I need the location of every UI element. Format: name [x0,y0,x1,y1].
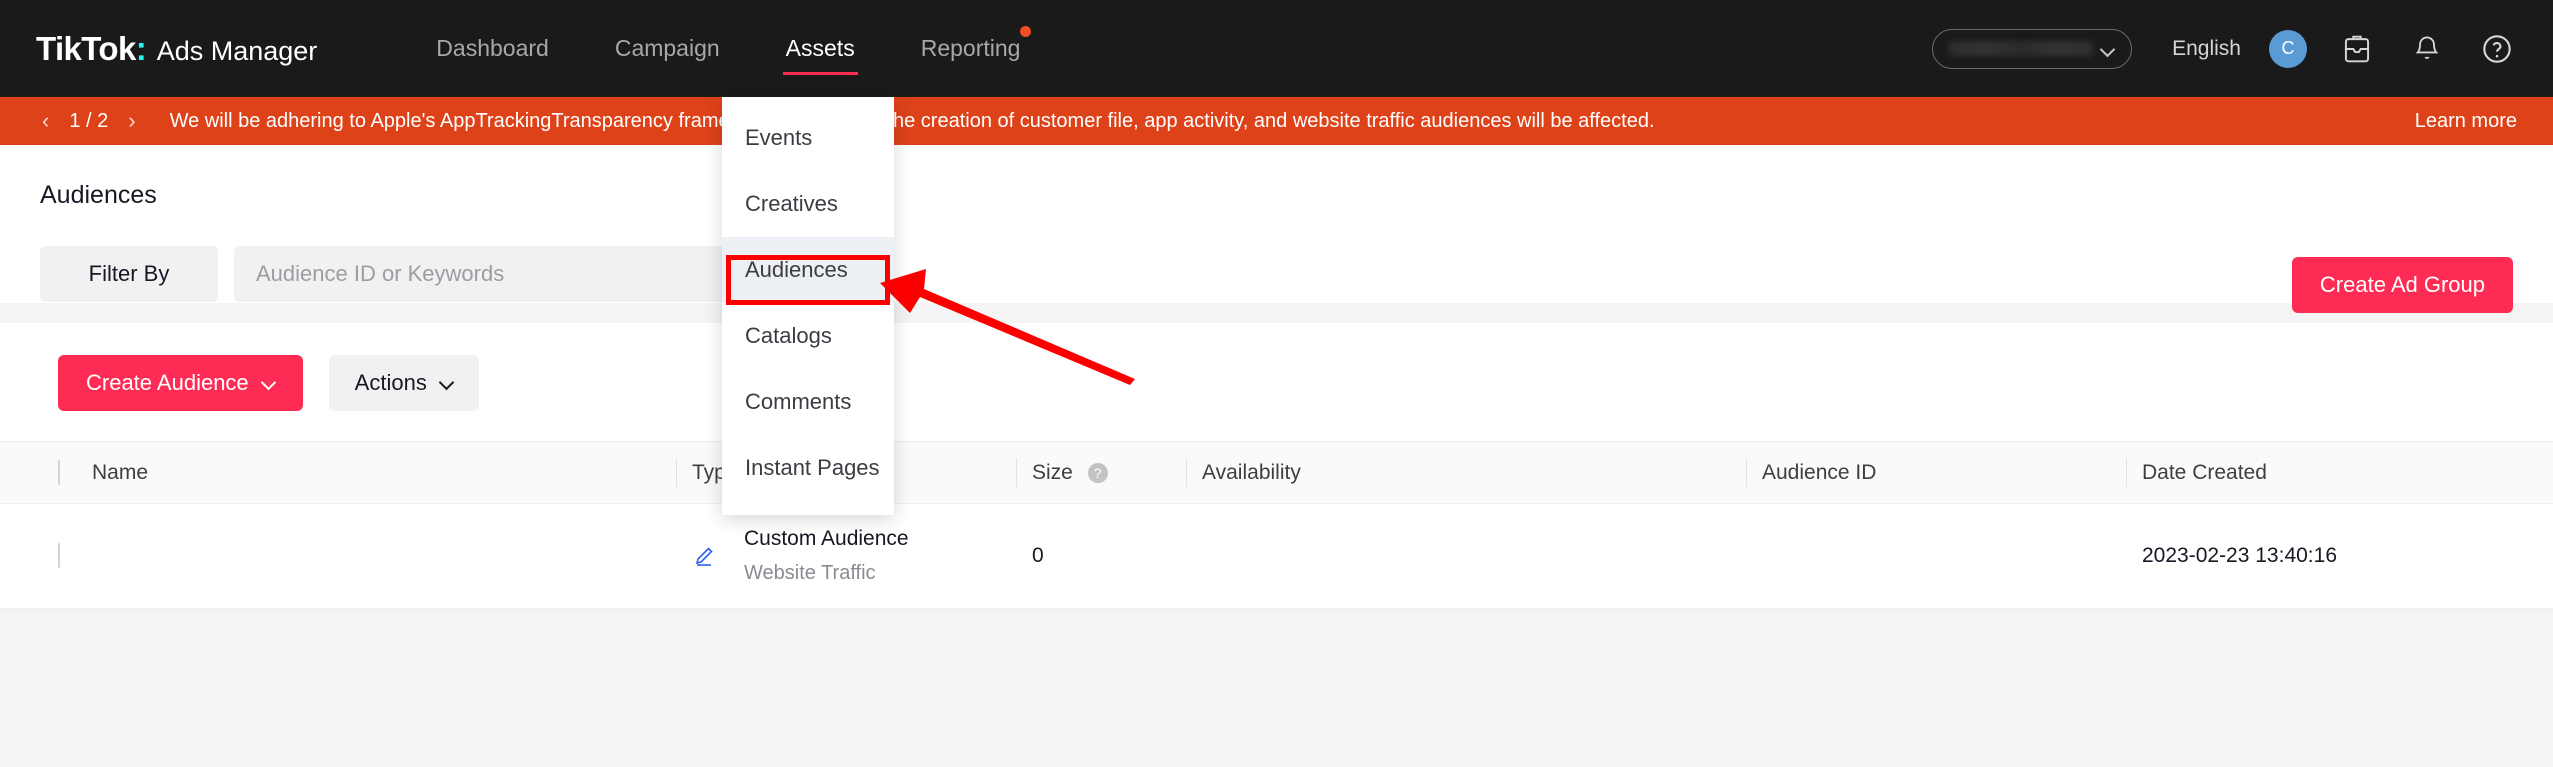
brand-tiktok-text: TikTok [36,29,136,67]
audiences-header-card: Audiences Filter By Create Ad Group [0,145,2553,313]
banner-page-indicator: 1 / 2 [69,109,109,132]
brand-product-text: Ads Manager [156,35,318,66]
column-header-audience-id-label: Audience ID [1762,460,1877,484]
nav-item-dashboard[interactable]: Dashboard [403,0,582,97]
assets-menu-item-creatives[interactable]: Creatives [722,171,894,237]
audience-type: Custom Audience [744,527,909,551]
actions-label: Actions [354,370,427,395]
type-text-group: Custom Audience Website Traffic [744,525,909,586]
cell-audience-id [1746,503,2126,609]
create-audience-label: Create Audience [86,370,249,395]
table-row[interactable]: Custom Audience Website Traffic 0 2023-0… [0,503,2553,609]
cell-size: 0 [1016,503,1186,609]
column-header-name-label: Name [92,460,149,484]
banner-next-button[interactable]: › [122,110,141,132]
inbox-icon[interactable] [2337,29,2377,69]
chevron-down-icon [441,377,453,389]
brand-colon-mark: : [135,29,147,67]
assets-menu-item-comments-label: Comments [745,389,852,414]
column-header-name[interactable]: Name [76,441,676,504]
audience-type-subtype: Website Traffic [744,561,876,584]
page-content: Audiences Filter By Create Ad Group Crea… [0,145,2553,767]
account-selector-value-redacted [1949,41,2094,56]
notification-dot-icon [1020,26,1032,37]
filter-by-label: Filter By [88,261,170,286]
audiences-table: Name Type Size ? Availability Audience I… [0,441,2553,609]
chevron-down-icon [263,377,275,389]
brand-logo[interactable]: TikTok : Ads Manager [36,30,317,68]
column-header-audience-id[interactable]: Audience ID [1746,441,2126,504]
cell-type: Custom Audience Website Traffic [676,503,1016,609]
assets-menu-item-comments[interactable]: Comments [722,369,894,435]
table-body: Custom Audience Website Traffic 0 2023-0… [0,503,2553,609]
page-title: Audiences [40,181,157,209]
nav-item-assets[interactable]: Assets [753,0,888,97]
column-header-date-created-label: Date Created [2142,460,2267,484]
table-actions-row: Create Audience Actions [0,323,2553,441]
language-selector-label: English [2172,36,2241,60]
nav-item-campaign-label: Campaign [614,35,720,61]
cell-name[interactable] [76,503,676,609]
audiences-table-card: Create Audience Actions Name Type Size ?… [0,323,2553,609]
section-divider [0,303,2553,323]
primary-nav: Dashboard Campaign Assets Reporting [403,0,1053,97]
column-header-size-label: Size [1032,460,1073,484]
assets-menu-item-events-label: Events [745,125,813,150]
column-header-availability[interactable]: Availability [1186,441,1746,504]
top-navigation-bar: TikTok : Ads Manager Dashboard Campaign … [0,0,2553,97]
column-header-date-created[interactable]: Date Created [2126,441,2553,504]
size-help-icon[interactable]: ? [1087,462,1108,483]
column-header-availability-label: Availability [1202,460,1301,484]
type-cell-content: Custom Audience Website Traffic [692,525,1000,586]
bell-icon[interactable] [2407,29,2447,69]
assets-menu-item-events[interactable]: Events [722,105,894,171]
row-select-cell [0,503,76,609]
pencil-icon[interactable] [692,544,716,568]
language-selector[interactable]: English [2172,37,2241,61]
avatar-initial: C [2281,38,2295,58]
assets-menu-item-instant-pages[interactable]: Instant Pages [722,435,894,501]
table-header: Name Type Size ? Availability Audience I… [0,441,2553,504]
assets-menu-item-catalogs[interactable]: Catalogs [722,303,894,369]
create-ad-group-button[interactable]: Create Ad Group [2291,257,2513,313]
select-all-header [0,441,76,504]
chevron-down-icon [2101,42,2115,56]
top-nav-right-cluster: English C [1932,28,2517,69]
filter-by-button[interactable]: Filter By [40,246,218,302]
assets-menu-item-instant-pages-label: Instant Pages [745,455,880,480]
help-circle-icon[interactable] [2477,29,2517,69]
assets-dropdown-menu: Events Creatives Audiences Catalogs Comm… [722,97,894,515]
select-all-checkbox[interactable] [58,459,60,485]
nav-item-reporting-label: Reporting [920,35,1021,61]
banner-message: We will be adhering to Apple's AppTracki… [169,109,1655,132]
assets-menu-item-audiences-label: Audiences [745,257,848,282]
create-audience-button[interactable]: Create Audience [58,355,303,411]
assets-menu-item-audiences[interactable]: Audiences [722,237,894,303]
announcement-banner: ‹ 1 / 2 › We will be adhering to Apple's… [0,97,2553,145]
nav-item-campaign[interactable]: Campaign [582,0,753,97]
avatar[interactable]: C [2269,29,2307,68]
account-selector[interactable] [1932,28,2133,69]
nav-item-reporting[interactable]: Reporting [888,0,1054,97]
assets-menu-item-catalogs-label: Catalogs [745,323,832,348]
filter-row: Filter By [40,246,2513,302]
cell-date-created: 2023-02-23 13:40:16 [2126,503,2553,609]
assets-menu-item-creatives-label: Creatives [745,191,838,216]
actions-button[interactable]: Actions [328,355,479,411]
row-select-checkbox[interactable] [58,543,60,568]
nav-item-assets-label: Assets [785,35,855,61]
nav-item-dashboard-label: Dashboard [436,35,549,61]
banner-learn-more-link[interactable]: Learn more [2415,110,2517,133]
cell-availability [1186,503,1746,609]
table-header-row: Name Type Size ? Availability Audience I… [0,441,2553,504]
banner-prev-button[interactable]: ‹ [36,110,55,132]
column-header-size[interactable]: Size ? [1016,441,1186,504]
